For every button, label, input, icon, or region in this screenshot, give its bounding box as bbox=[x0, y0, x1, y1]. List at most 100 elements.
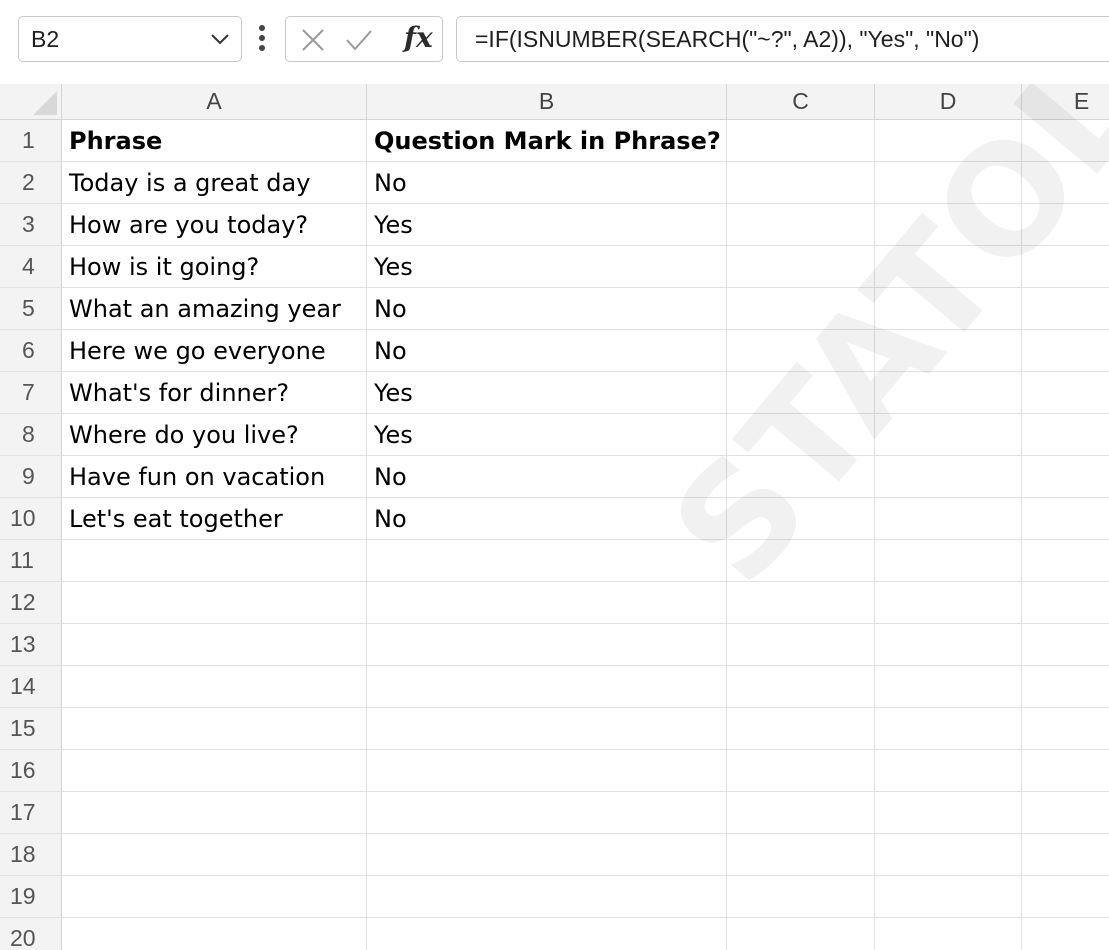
name-box[interactable]: B2 bbox=[18, 16, 242, 62]
cell-d5[interactable] bbox=[875, 288, 1022, 330]
select-all-corner[interactable] bbox=[0, 84, 62, 120]
cell-e1[interactable] bbox=[1022, 120, 1109, 162]
cell-a7[interactable]: What's for dinner? bbox=[62, 372, 367, 414]
cell-d15[interactable] bbox=[875, 708, 1022, 750]
cell-b3[interactable]: Yes bbox=[367, 204, 727, 246]
cell-e18[interactable] bbox=[1022, 834, 1109, 876]
cell-c8[interactable] bbox=[727, 414, 875, 456]
row-header-14[interactable]: 14 bbox=[0, 666, 62, 708]
cell-d17[interactable] bbox=[875, 792, 1022, 834]
cell-a11[interactable] bbox=[62, 540, 367, 582]
cell-e3[interactable] bbox=[1022, 204, 1109, 246]
row-header-9[interactable]: 9 bbox=[0, 456, 62, 498]
row-header-5[interactable]: 5 bbox=[0, 288, 62, 330]
cell-a6[interactable]: Here we go everyone bbox=[62, 330, 367, 372]
cell-e6[interactable] bbox=[1022, 330, 1109, 372]
insert-function-icon[interactable]: fx bbox=[404, 21, 433, 54]
cell-c3[interactable] bbox=[727, 204, 875, 246]
cell-c7[interactable] bbox=[727, 372, 875, 414]
cell-b2[interactable]: No bbox=[367, 162, 727, 204]
column-header-c[interactable]: C bbox=[727, 84, 875, 120]
cell-b5[interactable]: No bbox=[367, 288, 727, 330]
cell-d10[interactable] bbox=[875, 498, 1022, 540]
cell-a19[interactable] bbox=[62, 876, 367, 918]
cell-e13[interactable] bbox=[1022, 624, 1109, 666]
row-header-13[interactable]: 13 bbox=[0, 624, 62, 666]
column-header-b[interactable]: B bbox=[367, 84, 727, 120]
cell-a9[interactable]: Have fun on vacation bbox=[62, 456, 367, 498]
cell-a5[interactable]: What an amazing year bbox=[62, 288, 367, 330]
formula-input[interactable]: =IF(ISNUMBER(SEARCH("~?", A2)), "Yes", "… bbox=[456, 16, 1109, 62]
row-header-10[interactable]: 10 bbox=[0, 498, 62, 540]
cell-a8[interactable]: Where do you live? bbox=[62, 414, 367, 456]
cell-e2[interactable] bbox=[1022, 162, 1109, 204]
cell-b6[interactable]: No bbox=[367, 330, 727, 372]
cell-c1[interactable] bbox=[727, 120, 875, 162]
cell-c15[interactable] bbox=[727, 708, 875, 750]
cell-a18[interactable] bbox=[62, 834, 367, 876]
cell-d16[interactable] bbox=[875, 750, 1022, 792]
cell-b14[interactable] bbox=[367, 666, 727, 708]
cell-c2[interactable] bbox=[727, 162, 875, 204]
cell-e17[interactable] bbox=[1022, 792, 1109, 834]
cell-b13[interactable] bbox=[367, 624, 727, 666]
cell-e11[interactable] bbox=[1022, 540, 1109, 582]
row-header-12[interactable]: 12 bbox=[0, 582, 62, 624]
row-header-3[interactable]: 3 bbox=[0, 204, 62, 246]
cell-a12[interactable] bbox=[62, 582, 367, 624]
row-header-16[interactable]: 16 bbox=[0, 750, 62, 792]
cell-b1[interactable]: Question Mark in Phrase? bbox=[367, 120, 727, 162]
close-icon[interactable] bbox=[300, 27, 326, 53]
cell-a13[interactable] bbox=[62, 624, 367, 666]
cell-c20[interactable] bbox=[727, 918, 875, 950]
cell-c12[interactable] bbox=[727, 582, 875, 624]
row-header-4[interactable]: 4 bbox=[0, 246, 62, 288]
cell-d1[interactable] bbox=[875, 120, 1022, 162]
cell-d7[interactable] bbox=[875, 372, 1022, 414]
cell-c6[interactable] bbox=[727, 330, 875, 372]
cell-c19[interactable] bbox=[727, 876, 875, 918]
cell-b9[interactable]: No bbox=[367, 456, 727, 498]
cell-c13[interactable] bbox=[727, 624, 875, 666]
cell-d12[interactable] bbox=[875, 582, 1022, 624]
cell-e14[interactable] bbox=[1022, 666, 1109, 708]
cell-e8[interactable] bbox=[1022, 414, 1109, 456]
column-header-d[interactable]: D bbox=[875, 84, 1022, 120]
cell-b4[interactable]: Yes bbox=[367, 246, 727, 288]
checkmark-icon[interactable] bbox=[344, 27, 374, 53]
row-header-7[interactable]: 7 bbox=[0, 372, 62, 414]
cell-e7[interactable] bbox=[1022, 372, 1109, 414]
cell-c16[interactable] bbox=[727, 750, 875, 792]
cell-b11[interactable] bbox=[367, 540, 727, 582]
column-header-a[interactable]: A bbox=[62, 84, 367, 120]
row-header-1[interactable]: 1 bbox=[0, 120, 62, 162]
cell-c11[interactable] bbox=[727, 540, 875, 582]
cell-d3[interactable] bbox=[875, 204, 1022, 246]
row-header-11[interactable]: 11 bbox=[0, 540, 62, 582]
cell-b17[interactable] bbox=[367, 792, 727, 834]
cell-e9[interactable] bbox=[1022, 456, 1109, 498]
cell-e4[interactable] bbox=[1022, 246, 1109, 288]
cell-c5[interactable] bbox=[727, 288, 875, 330]
cell-c9[interactable] bbox=[727, 456, 875, 498]
cell-b8[interactable]: Yes bbox=[367, 414, 727, 456]
cell-d6[interactable] bbox=[875, 330, 1022, 372]
row-header-8[interactable]: 8 bbox=[0, 414, 62, 456]
cell-a15[interactable] bbox=[62, 708, 367, 750]
cell-c18[interactable] bbox=[727, 834, 875, 876]
cell-a2[interactable]: Today is a great day bbox=[62, 162, 367, 204]
cell-c14[interactable] bbox=[727, 666, 875, 708]
cell-e12[interactable] bbox=[1022, 582, 1109, 624]
cell-a4[interactable]: How is it going? bbox=[62, 246, 367, 288]
cell-d20[interactable] bbox=[875, 918, 1022, 950]
cell-d19[interactable] bbox=[875, 876, 1022, 918]
cell-b10[interactable]: No bbox=[367, 498, 727, 540]
vertical-ellipsis-icon[interactable] bbox=[258, 22, 266, 54]
cell-b15[interactable] bbox=[367, 708, 727, 750]
cell-a20[interactable] bbox=[62, 918, 367, 950]
cell-d11[interactable] bbox=[875, 540, 1022, 582]
cell-d4[interactable] bbox=[875, 246, 1022, 288]
cell-c17[interactable] bbox=[727, 792, 875, 834]
cell-e5[interactable] bbox=[1022, 288, 1109, 330]
cell-e10[interactable] bbox=[1022, 498, 1109, 540]
